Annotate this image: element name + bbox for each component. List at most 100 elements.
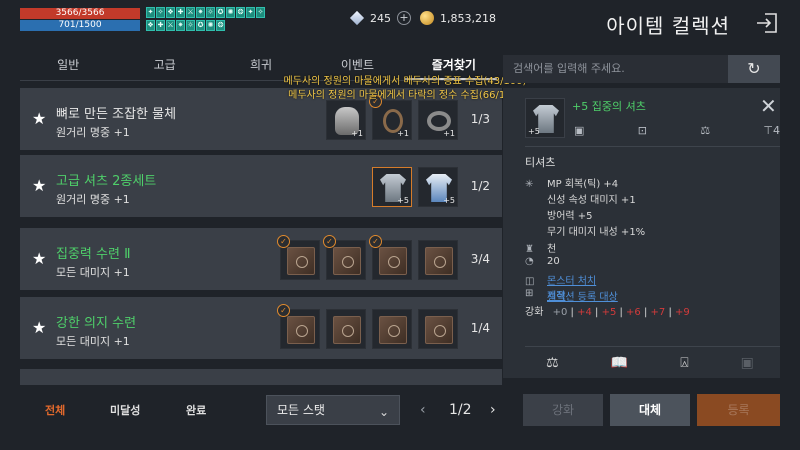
tab-advanced[interactable]: 고급 (116, 52, 212, 80)
buff-icon[interactable]: ✚ (176, 7, 185, 18)
enhance-button[interactable]: 강화 (523, 394, 603, 426)
buff-icon[interactable]: ❖ (146, 19, 155, 31)
buff-icon[interactable]: ❂ (216, 19, 225, 31)
refresh-icon: ↻ (747, 59, 761, 78)
collection-row[interactable]: ★ 고급 셔츠 2종세트 원거리 명중 +1 +5 +5 1/2 (20, 155, 502, 217)
item-slot[interactable]: +5 (418, 167, 458, 207)
gold-coin-icon (420, 11, 434, 25)
buff-icon[interactable]: ✧ (256, 7, 265, 18)
collection-list[interactable]: ★ 뼈로 만든 조잡한 물체 원거리 명중 +1 +1 ✓ +1 +1 1/3 … (20, 88, 502, 385)
detail-item-icon: +5 (525, 98, 565, 138)
material-line: ♜ 천 (525, 240, 556, 255)
buff-icon[interactable]: ☼ (206, 7, 215, 18)
hp-bar: 3566/3566 (20, 8, 140, 19)
slot-enhance-level: +1 (351, 129, 363, 138)
buff-icon[interactable]: ✦ (246, 7, 255, 18)
enhance-level: +4 (577, 307, 592, 318)
collection-row[interactable] (20, 369, 502, 385)
item-slot[interactable] (372, 309, 412, 349)
item-slot[interactable]: ✓ +1 (369, 95, 412, 140)
item-slot[interactable]: +1 (326, 100, 366, 140)
item-slot[interactable] (326, 309, 366, 349)
favorite-star-icon[interactable]: ★ (32, 177, 46, 195)
filter-complete[interactable]: 완료 (186, 402, 206, 418)
lock-icon: ⊡ (637, 124, 647, 137)
favorite-star-icon[interactable]: ★ (32, 250, 46, 268)
material-text: 천 (547, 244, 557, 255)
next-page-icon[interactable]: › (490, 402, 496, 418)
item-attribute-icons: ▣ ⊡ ⚖ ⊤4 (574, 124, 780, 142)
stat-text: MP 회복(틱) +4 (547, 179, 619, 190)
weight-icon: ◔ (525, 256, 534, 267)
buff-icon[interactable]: ☼ (186, 19, 195, 31)
item-slot[interactable] (418, 240, 458, 280)
collection-title: 강한 의지 수련 (56, 316, 137, 331)
gold-currency: 1,853,218 (420, 10, 496, 26)
buff-icon[interactable]: ✷ (196, 7, 205, 18)
extract-icon: ▣ (740, 355, 754, 371)
collection-bonus: 모든 대미지 +1 (56, 266, 130, 279)
close-icon[interactable]: ✕ (760, 96, 777, 116)
stat-line: ✳ MP 회복(틱) +4 (525, 175, 618, 190)
enhance-level: +5 (601, 307, 617, 318)
tab-normal[interactable]: 일반 (20, 52, 116, 80)
replace-button[interactable]: 대체 (610, 394, 690, 426)
buff-icon[interactable]: ✺ (226, 7, 235, 18)
add-diamond-button[interactable]: + (397, 11, 411, 25)
buff-icon[interactable]: ❂ (236, 7, 245, 18)
buff-icon[interactable]: ✦ (146, 7, 155, 18)
notice-line: 메두사의 정원의 마물에게서 메두사의 증표 수집(43/100) (283, 76, 527, 87)
buff-icon[interactable]: ✺ (206, 19, 215, 31)
collection-bonus: 원거리 명중 +1 (56, 126, 130, 139)
gold-amount: 1,853,218 (440, 11, 496, 25)
prev-page-icon[interactable]: ‹ (420, 402, 426, 418)
item-slot[interactable]: ✓ (369, 235, 412, 280)
collection-title: 고급 셔츠 2종세트 (56, 174, 157, 189)
buff-icon[interactable]: ✪ (196, 19, 205, 31)
filter-incomplete[interactable]: 미달성 (110, 402, 140, 418)
register-button[interactable]: 등록 (697, 394, 780, 426)
collection-row[interactable]: ★ 집중력 수련 Ⅱ 모든 대미지 +1 ✓ ✓ ✓ 3/4 (20, 228, 502, 290)
bottom-divider (525, 346, 780, 347)
slot-enhance-level: +5 (397, 196, 409, 205)
refresh-button[interactable]: ↻ (728, 55, 780, 83)
dictionary-icon[interactable]: ⍓ (680, 355, 688, 377)
quest-notice: 메두사의 정원의 마물에게서 메두사의 증표 수집(43/100) 메두사의 정… (270, 75, 540, 103)
slot-enhance-level: +1 (397, 129, 409, 138)
item-slot[interactable]: ✓ (323, 235, 366, 280)
item-type: 티셔츠 (525, 156, 556, 169)
collection-progress: 1/4 (470, 321, 490, 335)
stat-filter-value: 모든 스탯 (277, 403, 325, 417)
item-slot[interactable] (418, 309, 458, 349)
favorite-star-icon[interactable]: ★ (32, 110, 46, 128)
source-line: ◫ 몬스터 처치 (525, 272, 596, 287)
buff-icon[interactable]: ❖ (166, 7, 175, 18)
search-input[interactable]: 검색어를 입력해 주세요. (503, 55, 728, 83)
slot-enhance-level: +5 (443, 196, 455, 205)
favorite-star-icon[interactable]: ★ (32, 319, 46, 337)
item-slot[interactable]: ✓ (277, 235, 320, 280)
collection-row[interactable]: ★ 강한 의지 수련 모든 대미지 +1 ✓ 1/4 (20, 297, 502, 359)
book-icon[interactable]: 📖 (611, 355, 628, 377)
item-slot[interactable]: ✓ (277, 304, 320, 349)
buff-icon[interactable]: ⚔ (186, 7, 195, 18)
diamond-currency: 245 + (350, 10, 411, 26)
stat-filter-select[interactable]: 모든 스탯 ⌄ (266, 395, 400, 425)
notice-line: 메두사의 정원의 마물에게서 타락의 정수 수집(66/150) (288, 90, 522, 101)
exit-icon[interactable] (756, 12, 778, 34)
diamond-amount: 245 (370, 11, 391, 25)
collection-bonus: 원거리 명중 +1 (56, 193, 130, 206)
buff-icon[interactable]: ✪ (216, 7, 225, 18)
buff-icon[interactable]: ✧ (156, 7, 165, 18)
buff-icon[interactable]: ⚔ (166, 19, 175, 31)
buff-icon[interactable]: ✷ (176, 19, 185, 31)
buff-icon[interactable]: ✚ (156, 19, 165, 31)
item-slot[interactable]: +1 (418, 100, 458, 140)
scale-icon[interactable]: ⚖ (546, 355, 559, 377)
collection-register-link[interactable]: 컬렉션 등록 대상 (547, 292, 618, 303)
monster-hunt-link[interactable]: 몬스터 처치 (547, 276, 596, 287)
item-slot-selected[interactable]: +5 (372, 167, 412, 207)
chevron-down-icon: ⌄ (378, 405, 389, 419)
filter-all[interactable]: 전체 (45, 402, 65, 418)
diamond-icon (350, 11, 364, 25)
